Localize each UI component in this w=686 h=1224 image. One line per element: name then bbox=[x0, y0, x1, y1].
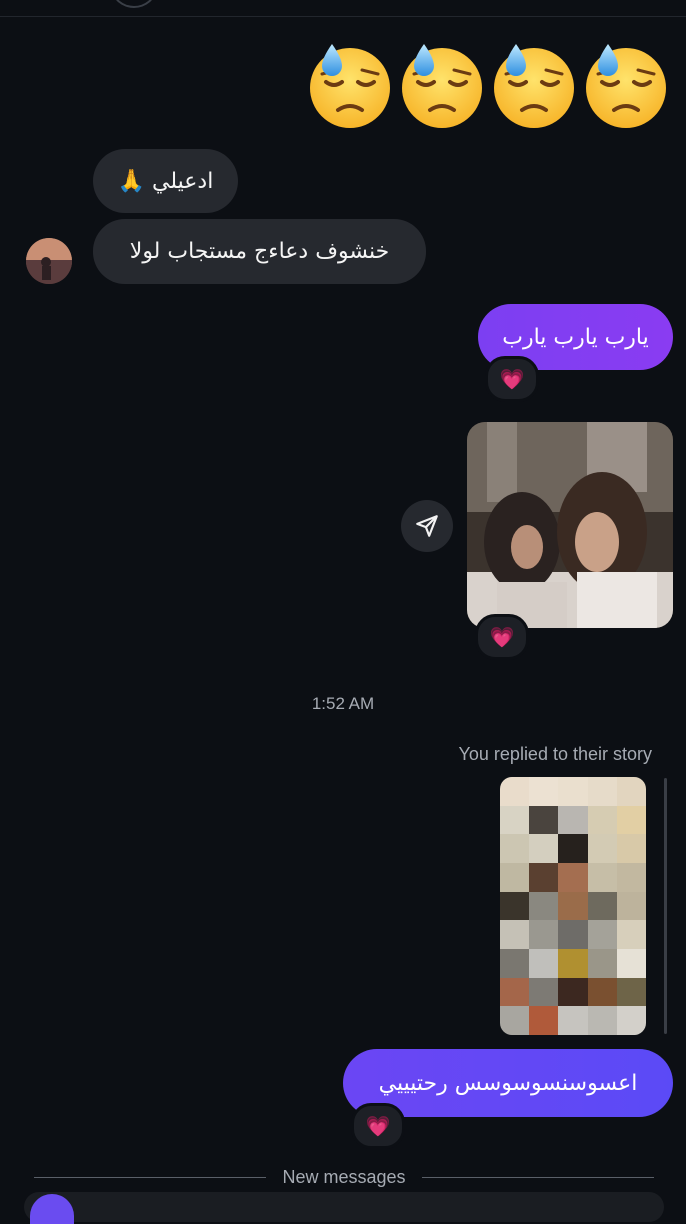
story-pixel bbox=[616, 977, 646, 1007]
message-text: خنشوف دعاءج مستجاب لولا bbox=[129, 239, 390, 264]
story-pixel bbox=[558, 977, 588, 1007]
story-pixel bbox=[587, 920, 617, 949]
story-pixel bbox=[587, 948, 617, 978]
story-pixel bbox=[500, 977, 530, 1007]
message-text: يارب يارب يارب bbox=[502, 324, 649, 350]
heart-reaction[interactable]: 💗 bbox=[485, 356, 539, 402]
story-pixel bbox=[529, 805, 559, 835]
story-pixel bbox=[558, 1006, 588, 1035]
message-text: اعسوسنسوسوسس رحتيييي bbox=[378, 1070, 638, 1096]
story-pixel bbox=[529, 1006, 559, 1035]
pink-heart-icon: 💗 bbox=[499, 367, 525, 391]
heart-reaction[interactable]: 💗 bbox=[475, 614, 529, 660]
incoming-message[interactable]: ادعيلي 🙏 bbox=[93, 149, 238, 213]
story-pixel bbox=[587, 805, 617, 835]
pink-heart-icon: 💗 bbox=[489, 625, 515, 649]
contact-avatar[interactable] bbox=[26, 238, 72, 284]
story-pixel bbox=[529, 862, 559, 892]
story-pixel bbox=[558, 891, 588, 921]
story-pixel bbox=[500, 948, 530, 978]
message-composer[interactable] bbox=[24, 1192, 664, 1222]
downcast-sweat-face-icon bbox=[584, 38, 668, 130]
story-pixel bbox=[616, 834, 646, 863]
story-pixel bbox=[500, 834, 530, 863]
story-pixel bbox=[616, 920, 646, 949]
story-pixel bbox=[529, 920, 559, 949]
story-pixel bbox=[558, 920, 588, 949]
story-pixel bbox=[587, 777, 617, 806]
new-messages-divider: New messages bbox=[34, 1166, 655, 1188]
story-pixel bbox=[587, 977, 617, 1007]
story-pixel bbox=[587, 834, 617, 863]
story-pixel bbox=[558, 777, 588, 806]
story-pixel bbox=[616, 891, 646, 921]
downcast-sweat-face-icon bbox=[492, 38, 576, 130]
story-pixel bbox=[587, 1006, 617, 1035]
story-pixel bbox=[529, 891, 559, 921]
downcast-sweat-face-icon bbox=[308, 38, 392, 130]
story-thumbnail[interactable] bbox=[500, 777, 646, 1035]
story-pixel bbox=[616, 948, 646, 978]
story-pixel bbox=[587, 862, 617, 892]
downcast-sweat-face-icon bbox=[400, 38, 484, 130]
header-avatar-edge[interactable] bbox=[112, 0, 156, 8]
story-reply-bar bbox=[664, 778, 667, 1034]
story-pixel bbox=[587, 891, 617, 921]
story-pixel bbox=[616, 862, 646, 892]
story-pixel bbox=[616, 805, 646, 835]
story-pixel bbox=[616, 777, 646, 806]
new-messages-label: New messages bbox=[282, 1166, 406, 1187]
send-icon bbox=[416, 515, 438, 537]
story-pixel bbox=[558, 834, 588, 863]
heart-reaction[interactable]: 💗 bbox=[351, 1103, 405, 1149]
story-pixel bbox=[529, 948, 559, 978]
message-text: ادعيلي 🙏 bbox=[117, 168, 214, 194]
story-pixel bbox=[500, 805, 530, 835]
header-divider bbox=[0, 16, 686, 17]
story-pixel bbox=[558, 805, 588, 835]
divider-line bbox=[34, 1176, 267, 1178]
story-pixel bbox=[500, 920, 530, 949]
story-pixel bbox=[558, 948, 588, 978]
story-pixel bbox=[500, 862, 530, 892]
story-pixel bbox=[500, 777, 530, 806]
story-pixel bbox=[529, 777, 559, 806]
story-reply-label: You replied to their story bbox=[458, 744, 652, 764]
story-pixel bbox=[500, 1006, 530, 1035]
story-pixel bbox=[500, 891, 530, 921]
story-pixel bbox=[616, 1006, 646, 1035]
emoji-message[interactable] bbox=[308, 38, 668, 130]
divider-line bbox=[421, 1176, 655, 1178]
pink-heart-icon: 💗 bbox=[365, 1114, 391, 1138]
story-pixel bbox=[529, 834, 559, 863]
message-timestamp: 1:52 AM bbox=[311, 694, 375, 713]
incoming-message[interactable]: خنشوف دعاءج مستجاب لولا bbox=[93, 219, 426, 284]
story-pixel bbox=[529, 977, 559, 1007]
shared-photo[interactable] bbox=[467, 422, 673, 628]
story-pixel bbox=[558, 862, 588, 892]
share-button[interactable] bbox=[401, 500, 453, 552]
